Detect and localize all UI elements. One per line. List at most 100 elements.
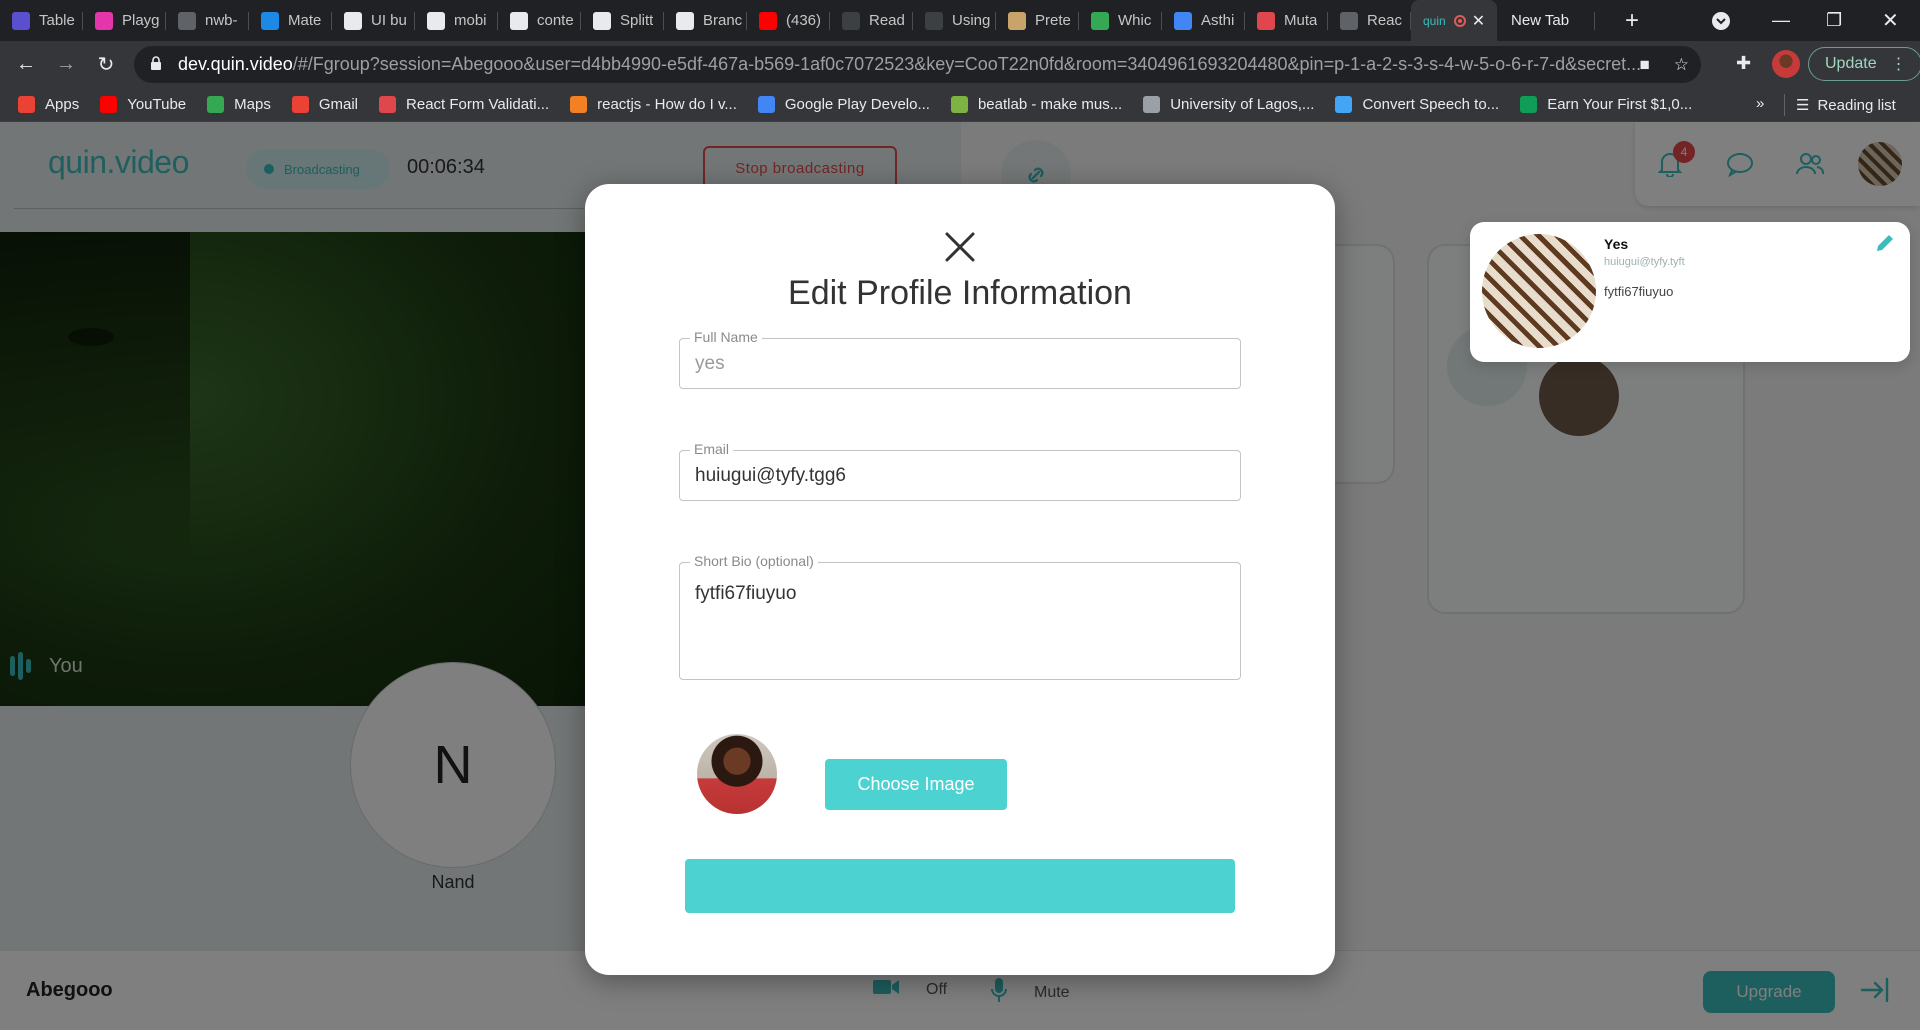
bookmark-label: Maps [234, 96, 271, 113]
bookmark-icon [379, 96, 397, 113]
tab-label: Branc [703, 12, 743, 29]
tab[interactable]: Reac [1328, 0, 1411, 41]
github-icon [427, 11, 445, 30]
full-name-label: Full Name [690, 329, 762, 345]
save-button[interactable] [685, 859, 1235, 913]
modal-title: Edit Profile Information [788, 274, 1132, 312]
camera-icon[interactable]: ■ [1639, 55, 1649, 75]
tab-label: UI bu [371, 12, 407, 29]
close-window-icon[interactable]: ✕ [1882, 0, 1899, 41]
tab[interactable]: Muta [1245, 0, 1328, 41]
bookmark-label: Earn Your First $1,0... [1547, 96, 1693, 113]
gmail-icon [291, 96, 309, 113]
new-tab-plus-icon[interactable]: + [1617, 7, 1647, 35]
forward-arrow-icon[interactable]: → [54, 53, 78, 77]
tab-search-icon[interactable] [1711, 0, 1731, 41]
tab[interactable]: Asthi [1162, 0, 1245, 41]
profile-image-preview [697, 734, 777, 814]
bookmark-item[interactable]: YouTube [100, 96, 186, 113]
url-text[interactable]: dev.quin.video/#/Fgroup?session=Abegooo&… [178, 54, 1658, 75]
tab[interactable]: Table [0, 0, 83, 41]
stackoverflow-icon [570, 96, 588, 113]
recording-icon [1453, 14, 1466, 27]
dash-icon [1174, 11, 1192, 30]
close-tab-icon[interactable]: ✕ [1472, 11, 1485, 31]
tab-label: Using [952, 12, 991, 29]
tab[interactable]: Branc [664, 0, 747, 41]
tabs-container: Table Playg nwb- Mate UI bu mobi conte Splitt Br… [0, 0, 1411, 41]
tab-label: Playg [122, 12, 160, 29]
star-bookmark-icon[interactable]: ☆ [1674, 55, 1689, 75]
more-menu-icon[interactable]: ⋮ [1891, 54, 1907, 74]
full-name-value[interactable]: yes [695, 353, 725, 375]
bookmark-label: Apps [45, 96, 80, 113]
bookmark-item[interactable]: University of Lagos,... [1143, 96, 1314, 113]
bookmark-item[interactable]: React Form Validati... [379, 96, 549, 113]
bookmark-label: Convert Speech to... [1362, 96, 1500, 113]
maps-icon [207, 96, 225, 113]
restore-icon[interactable]: ❐ [1826, 0, 1842, 41]
bookmark-item[interactable]: Google Play Develo... [757, 96, 930, 113]
shield-icon [1091, 11, 1109, 30]
tab[interactable]: (436) [747, 0, 830, 41]
reading-list-icon: ☰ [1796, 97, 1810, 114]
bookmarks-bar: Apps YouTube Maps Gmail React Form Validati.… [0, 88, 1920, 122]
profile-avatar[interactable] [1772, 50, 1800, 78]
edit-pencil-icon[interactable] [1874, 232, 1896, 260]
tab[interactable]: conte [498, 0, 581, 41]
tab[interactable]: Prete [996, 0, 1079, 41]
tab[interactable]: Mate [249, 0, 332, 41]
tab[interactable]: nwb- [166, 0, 249, 41]
quin-icon: quin [1423, 13, 1446, 28]
bookmark-item[interactable]: Earn Your First $1,0... [1520, 96, 1692, 113]
bookmark-label: React Form Validati... [406, 96, 550, 113]
tab-label: Asthi [1201, 12, 1235, 29]
divider [1784, 94, 1785, 116]
tab[interactable]: Using [913, 0, 996, 41]
tab-label: Read [869, 12, 905, 29]
bookmark-item[interactable]: Apps [18, 96, 79, 113]
tab-strip: Table Playg nwb- Mate UI bu mobi conte Splitt Br… [0, 0, 1920, 41]
tab[interactable]: Playg [83, 0, 166, 41]
tab[interactable]: Read [830, 0, 913, 41]
minimize-icon[interactable]: — [1772, 0, 1790, 41]
choose-image-button[interactable]: Choose Image [825, 759, 1007, 810]
extensions-puzzle-icon[interactable]: ✚ [1736, 53, 1751, 74]
bookmark-label: YouTube [127, 96, 187, 113]
lock-icon [150, 56, 162, 73]
short-bio-value[interactable]: fytfi67fiuyuo [695, 583, 796, 605]
tab-new-tab[interactable]: New Tab [1497, 0, 1595, 41]
audio-wave-icon [12, 11, 30, 30]
tab[interactable]: mobi [415, 0, 498, 41]
globe-icon [178, 11, 196, 30]
graphql-icon [95, 11, 113, 30]
github-icon [676, 11, 694, 30]
bookmark-item[interactable]: Maps [207, 96, 271, 113]
close-icon[interactable] [941, 228, 979, 266]
full-name-field[interactable]: Full Name yes [679, 329, 1241, 389]
tab-label: New Tab [1511, 12, 1570, 29]
address-bar[interactable]: dev.quin.video/#/Fgroup?session=Abegooo&… [134, 46, 1701, 83]
tab[interactable]: Whic [1079, 0, 1162, 41]
play-icon [757, 96, 775, 113]
reading-list[interactable]: ☰ Reading list [1796, 96, 1896, 115]
bookmark-item[interactable]: Convert Speech to... [1335, 96, 1499, 113]
youtube-icon [100, 96, 118, 113]
tab-active[interactable]: quin ✕ [1411, 0, 1497, 41]
bookmark-item[interactable]: beatlab - make mus... [950, 96, 1122, 113]
email-value[interactable]: huiugui@tyfy.tgg6 [695, 465, 846, 487]
tab[interactable]: UI bu [332, 0, 415, 41]
bookmark-item[interactable]: Gmail [291, 96, 358, 113]
back-arrow-icon[interactable]: ← [14, 53, 38, 77]
bookmarks-overflow-button[interactable]: » [1756, 95, 1764, 112]
short-bio-field[interactable]: Short Bio (optional) fytfi67fiuyuo [679, 553, 1241, 680]
bookmark-item[interactable]: reactjs - How do I v... [570, 96, 737, 113]
tab[interactable]: Splitt [581, 0, 664, 41]
profile-card-email: huiugui@tyfy.tyft [1604, 256, 1685, 268]
update-label: Update [1825, 55, 1877, 72]
email-field[interactable]: Email huiugui@tyfy.tgg6 [679, 441, 1241, 501]
bookmark-label: reactjs - How do I v... [597, 96, 737, 113]
update-button[interactable]: Update ⋮ [1808, 47, 1920, 81]
reload-icon[interactable]: ↻ [94, 53, 118, 77]
tab-label: (436) [786, 12, 822, 29]
